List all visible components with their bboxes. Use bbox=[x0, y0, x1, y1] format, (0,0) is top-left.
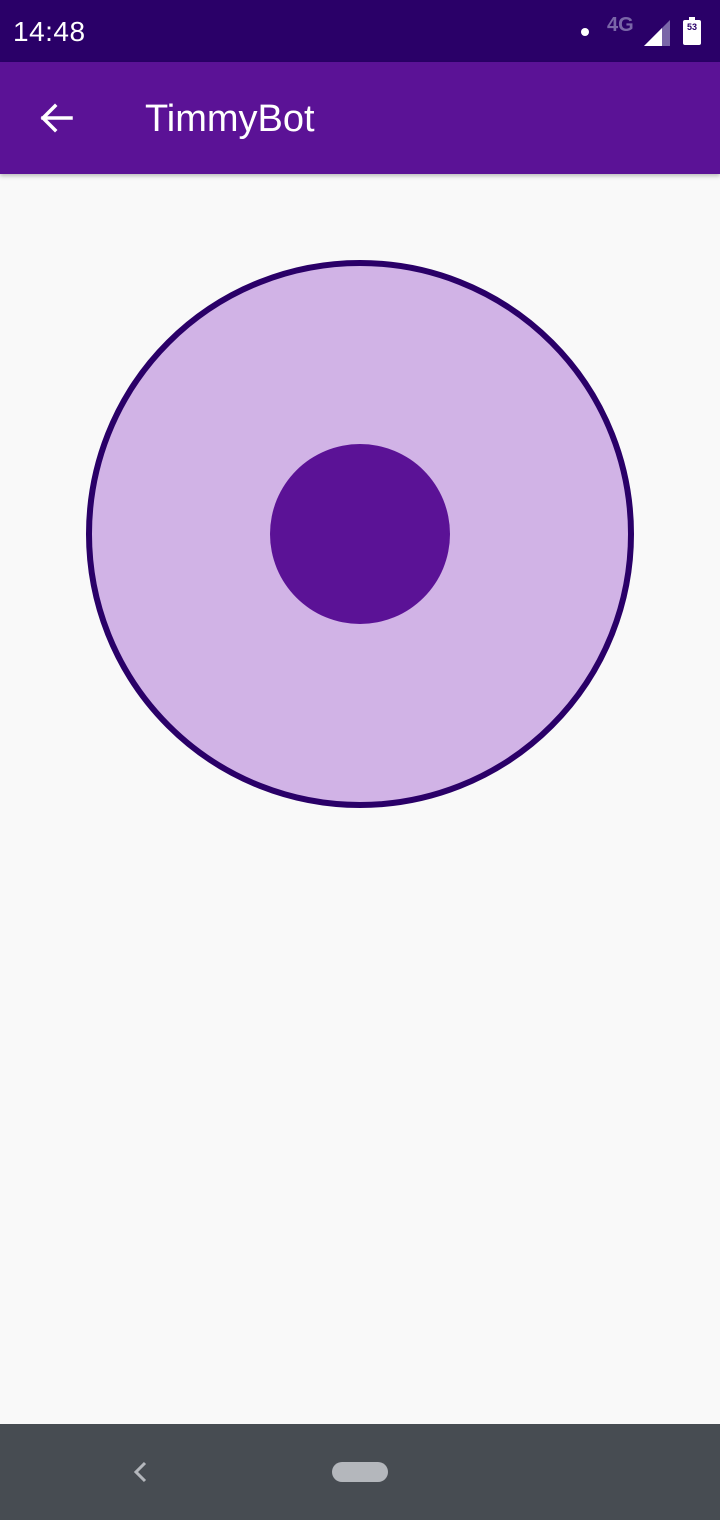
battery-level-text: 53 bbox=[686, 22, 697, 32]
nav-back-icon bbox=[133, 1461, 147, 1483]
nav-back-button[interactable] bbox=[124, 1456, 156, 1488]
cell-signal-icon bbox=[644, 20, 670, 46]
system-nav-bar bbox=[0, 1424, 720, 1520]
status-time: 14:48 bbox=[13, 16, 86, 47]
status-bar: 14:48 4G 53 bbox=[0, 0, 720, 62]
arrow-back-icon bbox=[40, 103, 73, 133]
page-title: TimmyBot bbox=[145, 98, 315, 140]
app-bar: TimmyBot bbox=[0, 62, 720, 174]
joystick-knob[interactable] bbox=[270, 444, 450, 624]
notification-dot-icon bbox=[581, 28, 589, 36]
nav-home-pill[interactable] bbox=[332, 1462, 388, 1482]
back-button[interactable] bbox=[24, 86, 88, 150]
network-type-label: 4G bbox=[607, 14, 634, 36]
joystick-control[interactable] bbox=[86, 260, 634, 808]
